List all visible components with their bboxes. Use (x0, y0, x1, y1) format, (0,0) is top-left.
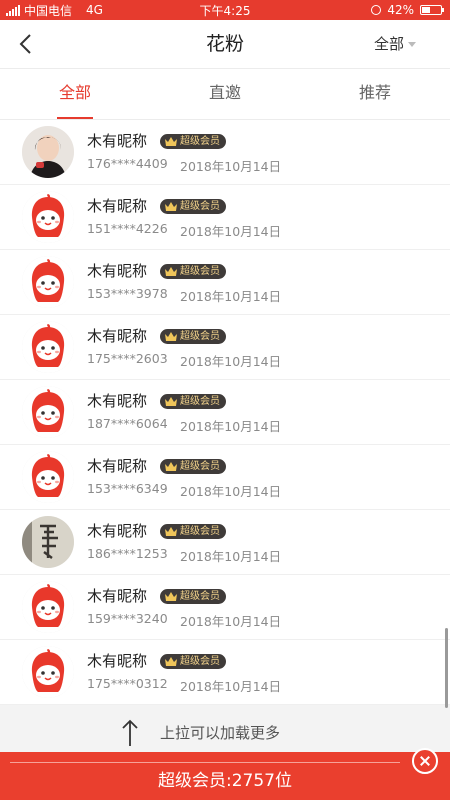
vip-badge: 超级会员 (160, 524, 226, 539)
vip-badge-label: 超级会员 (180, 136, 220, 147)
vip-badge-label: 超级会员 (180, 656, 220, 667)
tab-all[interactable]: 全部 (0, 69, 150, 119)
avatar[interactable] (22, 191, 74, 243)
crown-icon (165, 137, 177, 146)
member-join-date: 2018年10月14日 (180, 289, 282, 304)
member-phone: 176****4409 (87, 156, 168, 171)
member-join-date: 2018年10月14日 (180, 159, 282, 174)
vip-badge: 超级会员 (160, 134, 226, 149)
status-bar: 中国电信 4G 下午4:25 42% (0, 0, 450, 20)
banner-divider (10, 762, 400, 763)
member-name: 木有昵称 (87, 587, 148, 605)
member-join-date: 2018年10月14日 (180, 224, 282, 239)
member-name: 木有昵称 (87, 262, 148, 280)
member-join-date: 2018年10月14日 (180, 484, 282, 499)
vip-badge-label: 超级会员 (180, 591, 220, 602)
member-join-date: 2018年10月14日 (180, 679, 282, 694)
member-list: 木有昵称 超级会员 176****4409 2018年10月14日 木有昵称 超… (0, 120, 450, 705)
vip-badge-label: 超级会员 (180, 526, 220, 537)
member-join-date: 2018年10月14日 (180, 614, 282, 629)
vip-badge: 超级会员 (160, 589, 226, 604)
close-icon[interactable] (412, 748, 438, 774)
avatar[interactable] (22, 321, 74, 373)
vip-badge-label: 超级会员 (180, 201, 220, 212)
crown-icon (165, 202, 177, 211)
member-name: 木有昵称 (87, 197, 148, 215)
signal-icon (6, 4, 20, 16)
vip-badge: 超级会员 (160, 329, 226, 344)
avatar[interactable] (22, 451, 74, 503)
member-phone: 186****1253 (87, 546, 168, 561)
crown-icon (165, 267, 177, 276)
member-phone: 153****3978 (87, 286, 168, 301)
avatar[interactable] (22, 516, 74, 568)
member-name: 木有昵称 (87, 132, 148, 150)
vip-badge-label: 超级会员 (180, 331, 220, 342)
vip-badge: 超级会员 (160, 394, 226, 409)
crown-icon (165, 657, 177, 666)
rotation-lock-icon (371, 5, 382, 15)
member-phone: 153****6349 (87, 481, 168, 496)
chevron-down-icon[interactable] (408, 42, 416, 47)
battery-percent: 42% (387, 3, 414, 17)
nav-bar: 花粉 全部 (0, 20, 450, 69)
member-join-date: 2018年10月14日 (180, 419, 282, 434)
tab-recommended[interactable]: 推荐 (300, 69, 450, 119)
member-phone: 175****2603 (87, 351, 168, 366)
list-item[interactable]: 木有昵称 超级会员 186****1253 2018年10月14日 (0, 510, 450, 575)
avatar[interactable] (22, 581, 74, 633)
list-item[interactable]: 木有昵称 超级会员 151****4226 2018年10月14日 (0, 185, 450, 250)
member-name: 木有昵称 (87, 652, 148, 670)
member-join-date: 2018年10月14日 (180, 354, 282, 369)
vip-badge: 超级会员 (160, 459, 226, 474)
tab-bar: 全部 直邀 推荐 (0, 69, 450, 120)
crown-icon (165, 462, 177, 471)
member-join-date: 2018年10月14日 (180, 549, 282, 564)
crown-icon (165, 332, 177, 341)
list-item[interactable]: 木有昵称 超级会员 175****2603 2018年10月14日 (0, 315, 450, 380)
network-label: 4G (86, 3, 103, 17)
up-arrow-icon (122, 719, 138, 746)
filter-dropdown[interactable]: 全部 (374, 20, 404, 68)
vip-badge: 超级会员 (160, 264, 226, 279)
vip-badge-label: 超级会员 (180, 266, 220, 277)
member-count-banner: 超级会员:2757位 (0, 748, 450, 800)
battery-icon (420, 5, 444, 15)
list-item[interactable]: 木有昵称 超级会员 176****4409 2018年10月14日 (0, 120, 450, 185)
avatar[interactable] (22, 126, 74, 178)
member-name: 木有昵称 (87, 522, 148, 540)
list-item[interactable]: 木有昵称 超级会员 153****6349 2018年10月14日 (0, 445, 450, 510)
avatar[interactable] (22, 386, 74, 438)
list-item[interactable]: 木有昵称 超级会员 175****0312 2018年10月14日 (0, 640, 450, 705)
member-phone: 187****6064 (87, 416, 168, 431)
vip-badge-label: 超级会员 (180, 461, 220, 472)
member-name: 木有昵称 (87, 457, 148, 475)
vip-badge: 超级会员 (160, 654, 226, 669)
avatar[interactable] (22, 256, 74, 308)
list-item[interactable]: 木有昵称 超级会员 159****3240 2018年10月14日 (0, 575, 450, 640)
list-item[interactable]: 木有昵称 超级会员 153****3978 2018年10月14日 (0, 250, 450, 315)
tab-direct-invite[interactable]: 直邀 (150, 69, 300, 119)
member-count-label: 超级会员:2757位 (158, 771, 292, 791)
carrier-label: 中国电信 (24, 3, 73, 18)
member-name: 木有昵称 (87, 392, 148, 410)
vip-badge-label: 超级会员 (180, 396, 220, 407)
crown-icon (165, 397, 177, 406)
member-phone: 175****0312 (87, 676, 168, 691)
vip-badge: 超级会员 (160, 199, 226, 214)
avatar[interactable] (22, 646, 74, 698)
scrollbar[interactable] (445, 628, 448, 708)
member-phone: 151****4226 (87, 221, 168, 236)
crown-icon (165, 527, 177, 536)
load-more[interactable]: 上拉可以加载更多 (0, 708, 450, 758)
crown-icon (165, 592, 177, 601)
list-item[interactable]: 木有昵称 超级会员 187****6064 2018年10月14日 (0, 380, 450, 445)
member-name: 木有昵称 (87, 327, 148, 345)
member-phone: 159****3240 (87, 611, 168, 626)
load-more-label: 上拉可以加载更多 (160, 724, 281, 742)
